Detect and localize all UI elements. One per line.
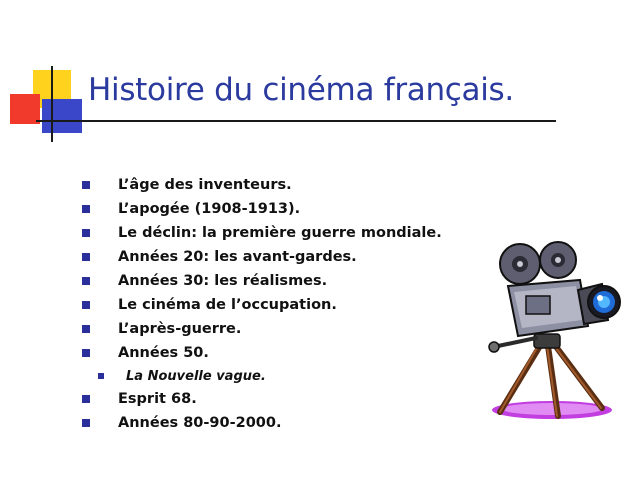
bullet-item: L’apogée (1908-1913).	[82, 197, 442, 221]
bullet-marker-icon	[82, 253, 90, 261]
bullet-item: Années 30: les réalismes.	[82, 269, 442, 293]
bullet-text: Le déclin: la première guerre mondiale.	[118, 225, 442, 241]
bullet-list: L’âge des inventeurs. L’apogée (1908-191…	[82, 173, 442, 435]
sub-bullet-item: La Nouvelle vague.	[82, 365, 442, 387]
bullet-text: L’apogée (1908-1913).	[118, 201, 301, 217]
bullet-item: Années 80-90-2000.	[82, 411, 442, 435]
slide: Histoire du cinéma français. L’âge des i…	[0, 0, 638, 478]
bullet-marker-icon	[82, 325, 90, 333]
bullet-item: Années 50.	[82, 341, 442, 365]
bullet-text: Années 50.	[118, 345, 209, 361]
slide-title: Histoire du cinéma français.	[88, 72, 514, 108]
bullet-text: Années 30: les réalismes.	[118, 273, 328, 289]
bullet-marker-icon	[82, 419, 90, 427]
bullet-marker-icon	[82, 349, 90, 357]
sub-bullet-marker-icon	[98, 373, 104, 379]
bullet-marker-icon	[82, 301, 90, 309]
bullet-item: Esprit 68.	[82, 387, 442, 411]
decor-blue-square	[42, 99, 82, 133]
bullet-marker-icon	[82, 395, 90, 403]
title-underline	[36, 120, 556, 122]
bullet-item: Le déclin: la première guerre mondiale.	[82, 221, 442, 245]
bullet-marker-icon	[82, 181, 90, 189]
bullet-text: L’après-guerre.	[118, 321, 242, 337]
bullet-marker-icon	[82, 229, 90, 237]
bullet-item: Années 20: les avant-gardes.	[82, 245, 442, 269]
sub-bullet-text: La Nouvelle vague.	[126, 368, 266, 384]
bullet-item: Le cinéma de l’occupation.	[82, 293, 442, 317]
movie-camera-icon	[488, 241, 621, 419]
bullet-text: L’âge des inventeurs.	[118, 177, 292, 193]
bullet-marker-icon	[82, 205, 90, 213]
bullet-item: L’âge des inventeurs.	[82, 173, 442, 197]
bullet-text: Années 20: les avant-gardes.	[118, 249, 357, 265]
bullet-text: Esprit 68.	[118, 391, 197, 407]
decor-vertical-line	[51, 66, 53, 142]
bullet-marker-icon	[82, 277, 90, 285]
bullet-text: Années 80-90-2000.	[118, 415, 282, 431]
bullet-text: Le cinéma de l’occupation.	[118, 297, 337, 313]
bullet-item: L’après-guerre.	[82, 317, 442, 341]
